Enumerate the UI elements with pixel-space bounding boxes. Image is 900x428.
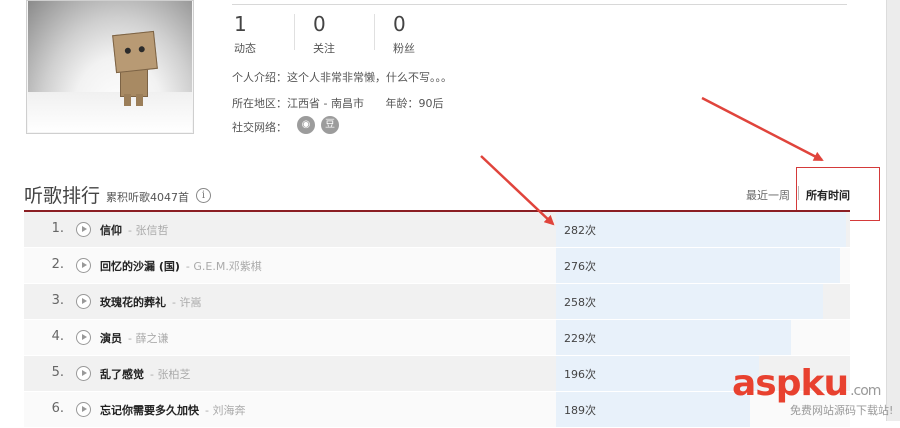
song-artist[interactable]: - 许嵩 bbox=[172, 296, 201, 309]
site-watermark: aspku .com bbox=[732, 363, 881, 404]
douban-icon[interactable]: 豆 bbox=[321, 116, 339, 134]
song-title[interactable]: 演员 bbox=[100, 332, 122, 345]
arrow-to-tab bbox=[701, 96, 824, 162]
ranking-list: 1. 信仰 - 张信哲 282次 2. 回忆的沙漏 (国) - G.E.M.邓紫棋 … bbox=[24, 212, 850, 428]
weibo-icon[interactable]: ◉ bbox=[297, 116, 315, 134]
play-icon[interactable] bbox=[76, 294, 91, 309]
play-count: 229次 bbox=[564, 332, 596, 345]
song-artist[interactable]: - G.E.M.邓紫棋 bbox=[186, 260, 262, 273]
song-row[interactable]: 1. 信仰 - 张信哲 282次 bbox=[24, 212, 850, 248]
song-row[interactable]: 3. 玫瑰花的葬礼 - 许嵩 258次 bbox=[24, 284, 850, 320]
user-avatar[interactable] bbox=[26, 0, 194, 134]
play-count: 276次 bbox=[564, 260, 596, 273]
profile-divider bbox=[232, 4, 847, 5]
play-count: 189次 bbox=[564, 404, 596, 417]
song-artist[interactable]: - 张信哲 bbox=[128, 224, 168, 237]
age-label: 年龄： bbox=[385, 97, 419, 110]
stat-divider bbox=[374, 14, 375, 50]
social-label: 社交网络： bbox=[232, 121, 287, 134]
song-rank: 3. bbox=[51, 293, 64, 308]
watermark-ku: ku bbox=[800, 363, 850, 404]
section-title: 听歌排行 bbox=[24, 185, 101, 207]
song-artist[interactable]: - 薛之谦 bbox=[128, 332, 168, 345]
song-title[interactable]: 忘记你需要多久加快 bbox=[100, 404, 199, 417]
profile-intro: 个人介绍：这个人非常非常懒，什么不写。。。 bbox=[232, 71, 452, 84]
region-value: 江西省 - 南昌市 bbox=[287, 97, 364, 110]
play-count: 282次 bbox=[564, 224, 596, 237]
play-icon[interactable] bbox=[76, 330, 91, 345]
song-rank: 4. bbox=[51, 329, 64, 344]
stat-following[interactable]: 0 关注 bbox=[313, 12, 383, 56]
song-title[interactable]: 信仰 bbox=[100, 224, 122, 237]
stat-followers[interactable]: 0 粉丝 bbox=[393, 12, 463, 56]
song-rank: 6. bbox=[51, 401, 64, 416]
song-title[interactable]: 玫瑰花的葬礼 bbox=[100, 296, 166, 309]
song-artist[interactable]: - 刘海奔 bbox=[205, 404, 245, 417]
tab-last-week[interactable]: 最近一周 bbox=[746, 187, 790, 203]
page-scrollbar[interactable] bbox=[886, 0, 900, 421]
song-row[interactable]: 2. 回忆的沙漏 (国) - G.E.M.邓紫棋 276次 bbox=[24, 248, 850, 284]
play-icon[interactable] bbox=[76, 258, 91, 273]
info-icon[interactable]: i bbox=[196, 188, 211, 203]
play-count: 196次 bbox=[564, 368, 596, 381]
watermark-com: .com bbox=[850, 383, 881, 399]
age-value: 90后 bbox=[418, 97, 444, 110]
watermark-tagline: 免费网站源码下载站! bbox=[790, 404, 894, 417]
stat-followers-label: 粉丝 bbox=[393, 42, 415, 55]
song-row[interactable]: 6. 忘记你需要多久加快 - 刘海奔 189次 bbox=[24, 392, 850, 428]
play-count: 258次 bbox=[564, 296, 596, 309]
play-icon[interactable] bbox=[76, 402, 91, 417]
total-listens: 累积听歌4047首 bbox=[106, 191, 189, 204]
song-artist[interactable]: - 张柏芝 bbox=[150, 368, 190, 381]
stat-following-label: 关注 bbox=[313, 42, 335, 55]
play-icon[interactable] bbox=[76, 222, 91, 237]
song-rank: 5. bbox=[51, 365, 64, 380]
play-count-bar bbox=[556, 212, 846, 247]
watermark-asp: asp bbox=[732, 363, 801, 404]
stat-followers-count: 0 bbox=[393, 12, 406, 36]
play-icon[interactable] bbox=[76, 366, 91, 381]
song-row[interactable]: 5. 乱了感觉 - 张柏芝 196次 bbox=[24, 356, 850, 392]
play-count-bar bbox=[556, 284, 823, 319]
profile-region-age: 所在地区：江西省 - 南昌市 年龄：90后 bbox=[232, 95, 443, 111]
avatar-photo bbox=[28, 1, 192, 132]
song-rank: 2. bbox=[51, 257, 64, 272]
song-title[interactable]: 回忆的沙漏 (国) bbox=[100, 260, 180, 273]
play-count-bar bbox=[556, 248, 840, 283]
region-label: 所在地区： bbox=[232, 97, 287, 110]
song-row[interactable]: 4. 演员 - 薛之谦 229次 bbox=[24, 320, 850, 356]
song-rank: 1. bbox=[51, 221, 64, 236]
stat-divider bbox=[294, 14, 295, 50]
song-title[interactable]: 乱了感觉 bbox=[100, 368, 144, 381]
stat-following-count: 0 bbox=[313, 12, 326, 36]
